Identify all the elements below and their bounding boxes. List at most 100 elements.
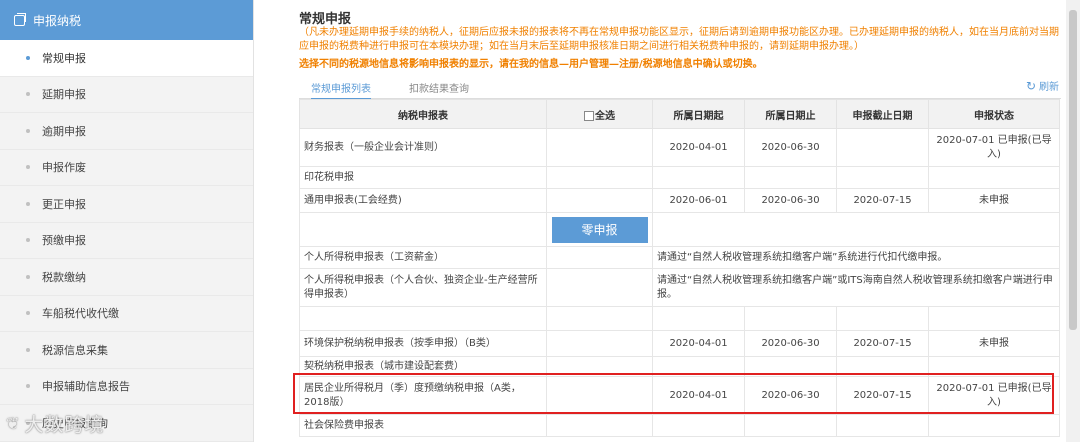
- sidebar-header-label: 申报纳税: [33, 13, 82, 28]
- vertical-scrollbar[interactable]: [1066, 0, 1080, 442]
- tax-source-notice: 选择不同的税源地信息将影响申报表的显示，请在我的信息—用户管理—注册/税源地信息…: [299, 59, 763, 70]
- period-start: [652, 166, 745, 189]
- refresh-button[interactable]: ↻ 刷新: [1026, 78, 1059, 94]
- bullet-icon: [26, 165, 30, 170]
- table-row: [299, 306, 1060, 331]
- sidebar-item-extension-declaration[interactable]: 延期申报: [0, 77, 253, 113]
- form-name[interactable]: 环境保护税纳税申报表（按季申报）（B类）: [299, 330, 547, 357]
- deadline: [836, 166, 929, 189]
- tab-regular-list[interactable]: 常规申报列表: [311, 80, 371, 100]
- row-note: 请通过“自然人税收管理系统扣缴客户端”或ITS海南自然人税收管理系统扣缴客户端进…: [652, 268, 1060, 307]
- period-start: [652, 356, 745, 377]
- notice-text: （凡未办理延期申报手续的纳税人，征期后应报未报的报表将不再在常规申报功能区显示，…: [299, 27, 1059, 52]
- sidebar-item-vehicle-tax[interactable]: 车船税代收代缴: [0, 296, 253, 332]
- period-end: [744, 414, 837, 437]
- sidebar-item-tax-source-collection[interactable]: 税源信息采集: [0, 332, 253, 369]
- sidebar-item-tax-payment[interactable]: 税款缴纳: [0, 259, 253, 296]
- status: 2020-07-01 已申报(已导入): [928, 376, 1060, 415]
- period-end: [744, 356, 837, 377]
- header-select-all[interactable]: 全选: [546, 99, 653, 129]
- select-cell: [546, 306, 653, 331]
- status: 未申报: [928, 330, 1060, 357]
- form-name[interactable]: 通用申报表(工会经费): [299, 188, 547, 213]
- sidebar-item-auxiliary-report[interactable]: 申报辅助信息报告: [0, 369, 253, 405]
- period-end: 2020-06-30: [744, 376, 837, 415]
- table-row[interactable]: 环境保护税纳税申报表（按季申报）（B类） 2020-04-01 2020-06-…: [299, 330, 1060, 357]
- period-end: 2020-06-30: [744, 330, 837, 357]
- bullet-icon: [26, 201, 30, 206]
- tab-deduction-results[interactable]: 扣款结果查询: [409, 80, 469, 95]
- sidebar-item-label: 税源信息采集: [42, 343, 108, 357]
- sidebar-item-prepayment-declaration[interactable]: 预缴申报: [0, 223, 253, 259]
- deadline: 2020-07-15: [836, 376, 929, 415]
- table-row[interactable]: 居民企业所得税月（季）度预缴纳税申报（A类，2018版） 2020-04-01 …: [299, 376, 1060, 415]
- sidebar-item-label: 税款缴纳: [42, 270, 86, 284]
- zero-declaration-button[interactable]: 零申报: [551, 216, 648, 243]
- period-end: 2020-06-30: [744, 188, 837, 213]
- table-row[interactable]: 财务报表（一般企业会计准则） 2020-04-01 2020-06-30 202…: [299, 128, 1060, 167]
- form-name: [299, 306, 547, 331]
- header-period-end: 所属日期止: [744, 99, 837, 129]
- table-row[interactable]: 印花税申报: [299, 166, 1060, 189]
- table-row[interactable]: 个人所得税申报表（工资薪金） 请通过“自然人税收管理系统扣缴客户端”系统进行代扣…: [299, 246, 1060, 269]
- table-row[interactable]: 契税纳税申报表（城市建设配套费）: [299, 356, 1060, 377]
- bullet-icon: [26, 311, 30, 316]
- page-title: 常规申报: [299, 12, 352, 27]
- select-all-label: 全选: [595, 110, 615, 122]
- declaration-table: 纳税申报表 全选 所属日期起 所属日期止 申报截止日期 申报状态 财务报表（一般…: [299, 99, 1060, 437]
- sidebar-item-overdue-declaration[interactable]: 逾期申报: [0, 113, 253, 150]
- sidebar-header[interactable]: 申报纳税: [0, 0, 253, 40]
- select-cell: [546, 268, 653, 307]
- sidebar-item-label: 延期申报: [42, 88, 86, 102]
- select-all-checkbox[interactable]: [584, 110, 594, 121]
- sidebar-item-label: 申报作废: [42, 161, 86, 175]
- select-cell: [546, 188, 653, 213]
- form-name[interactable]: 财务报表（一般企业会计准则）: [299, 128, 547, 167]
- form-name[interactable]: 个人所得税申报表（个人合伙、独资企业-生产经营所得申报表）: [299, 268, 547, 307]
- sidebar: 申报纳税 常规申报 延期申报 逾期申报 申报作废 更正申报 预缴申报 税款缴纳 …: [0, 0, 254, 442]
- select-cell: [546, 166, 653, 189]
- table-row[interactable]: 社会保险费申报表: [299, 414, 1060, 437]
- sidebar-item-label: 申报辅助信息报告: [42, 380, 130, 394]
- period-start: 2020-04-01: [652, 128, 745, 167]
- period-start: 2020-06-01: [652, 188, 745, 213]
- period-start: [652, 306, 745, 331]
- period-start: 2020-04-01: [652, 330, 745, 357]
- sidebar-item-label: 预缴申报: [42, 234, 86, 248]
- sidebar-item-label: 更正申报: [42, 197, 86, 211]
- form-name[interactable]: 个人所得税申报表（工资薪金）: [299, 246, 547, 269]
- status: [928, 356, 1060, 377]
- bullet-icon: [26, 384, 30, 389]
- form-name[interactable]: 居民企业所得税月（季）度预缴纳税申报（A类，2018版）: [299, 376, 547, 415]
- sidebar-item-label: 常规申报: [42, 51, 86, 65]
- form-name[interactable]: 契税纳税申报表（城市建设配套费）: [299, 356, 547, 377]
- select-cell: [546, 376, 653, 415]
- refresh-label: 刷新: [1039, 82, 1059, 93]
- period-start: 2020-04-01: [652, 376, 745, 415]
- sidebar-item-regular-declaration[interactable]: 常规申报: [0, 40, 253, 77]
- period-start: [652, 414, 745, 437]
- watermark: ❦ 大数跨境: [6, 410, 104, 437]
- header-period-start: 所属日期起: [652, 99, 745, 129]
- sidebar-item-label: 逾期申报: [42, 124, 86, 138]
- deadline: 2020-07-15: [836, 188, 929, 213]
- sidebar-item-void-declaration[interactable]: 申报作废: [0, 150, 253, 186]
- bullet-icon: [26, 274, 30, 279]
- select-cell: [546, 246, 653, 269]
- status: [928, 306, 1060, 331]
- select-cell: [546, 330, 653, 357]
- form-name[interactable]: 印花税申报: [299, 166, 547, 189]
- bullet-icon: [26, 92, 30, 97]
- copy-icon: [14, 12, 26, 26]
- deadline: [836, 356, 929, 377]
- form-name[interactable]: 社会保险费申报表: [299, 414, 547, 437]
- watermark-logo-icon: ❦: [6, 414, 21, 433]
- table-row[interactable]: 个人所得税申报表（个人合伙、独资企业-生产经营所得申报表） 请通过“自然人税收管…: [299, 268, 1060, 307]
- table-row[interactable]: 通用申报表(工会经费) 2020-06-01 2020-06-30 2020-0…: [299, 188, 1060, 213]
- select-cell: [546, 414, 653, 437]
- scrollbar-thumb[interactable]: [1069, 10, 1077, 330]
- header-form-name: 纳税申报表: [299, 99, 547, 129]
- sidebar-item-correction-declaration[interactable]: 更正申报: [0, 186, 253, 223]
- status: 未申报: [928, 188, 1060, 213]
- status: [928, 414, 1060, 437]
